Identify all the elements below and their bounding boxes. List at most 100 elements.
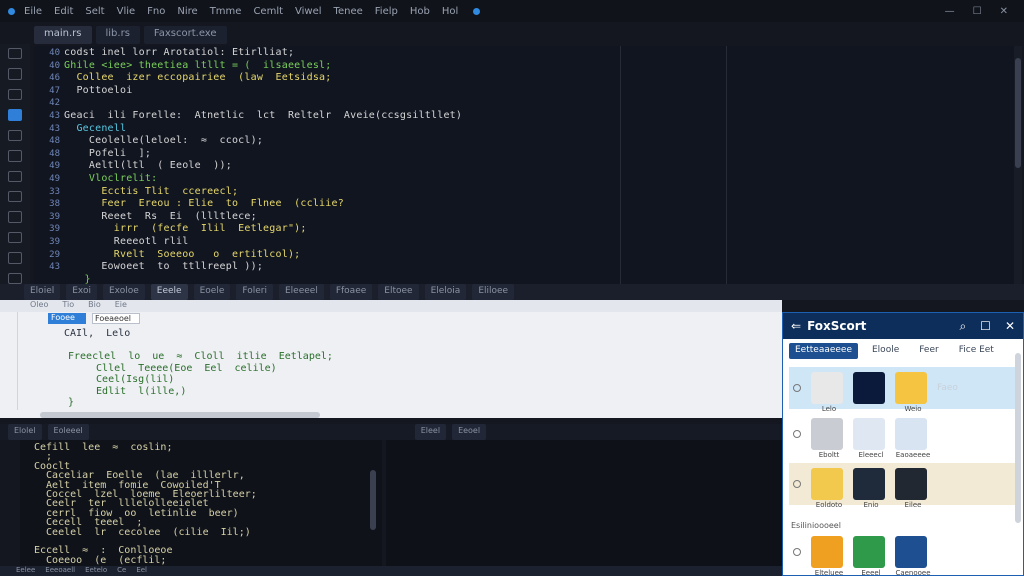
close-icon[interactable]: ✕: [1000, 6, 1008, 17]
code-line[interactable]: Ecctis Tlit ccereecl;: [64, 186, 238, 197]
menu-item[interactable]: Tenee: [331, 6, 366, 17]
menu-item[interactable]: Fielp: [372, 6, 401, 17]
play-icon[interactable]: Lelo: [811, 372, 843, 413]
code-line[interactable]: Pottoeloi: [64, 85, 132, 96]
presentation-icon[interactable]: Caenooee: [895, 536, 931, 576]
editor-scrollbar[interactable]: [1014, 46, 1022, 284]
run-icon[interactable]: [8, 150, 22, 162]
panel-tab[interactable]: Exoloe: [102, 284, 145, 300]
menu-item[interactable]: Edit: [51, 6, 76, 17]
app-scrollbar[interactable]: [1015, 353, 1021, 523]
output-toolbar-item[interactable]: Eie: [115, 300, 127, 312]
explorer-icon[interactable]: [8, 48, 22, 60]
debug-icon[interactable]: [8, 109, 22, 121]
panel-tab[interactable]: Eoele: [193, 284, 231, 300]
code-line[interactable]: Ghile <iee> theetiea ltllt = ( ilsaeeles…: [64, 60, 331, 71]
printer-icon[interactable]: Eboltt: [811, 418, 843, 459]
panel-tab[interactable]: Eloiel: [24, 284, 61, 300]
editor-tab[interactable]: lib.rs: [95, 26, 140, 44]
document-icon[interactable]: Eleeecl: [853, 418, 885, 459]
menu-item[interactable]: Selt: [82, 6, 107, 17]
maximize-icon[interactable]: ☐: [973, 6, 982, 17]
accounts-icon[interactable]: [8, 252, 22, 264]
output-toolbar-item[interactable]: Oleo: [30, 300, 48, 312]
history-icon[interactable]: [8, 231, 22, 244]
app-tab[interactable]: Fice Eet: [953, 343, 1000, 359]
terminal-tab[interactable]: Eeoel: [452, 424, 487, 440]
menu-item[interactable]: Nire: [174, 6, 200, 17]
close-icon[interactable]: ✕: [1005, 319, 1015, 334]
output-filter-input[interactable]: Foeaeoel: [92, 313, 140, 324]
app-tab[interactable]: Feer: [913, 343, 944, 359]
menu-item[interactable]: Vlie: [114, 6, 139, 17]
menu-item[interactable]: Eile: [21, 6, 45, 17]
package-icon[interactable]: [8, 211, 22, 223]
row-radio[interactable]: [793, 548, 801, 556]
terminal-right[interactable]: [386, 440, 782, 566]
panel-tab[interactable]: Eleloia: [424, 284, 467, 300]
code-line[interactable]: Pofeli ];: [64, 148, 151, 159]
menu-item[interactable]: Viwel: [292, 6, 325, 17]
grid-icon[interactable]: Enio: [853, 468, 885, 509]
code-line[interactable]: Eowoeet to ttllreepl ));: [64, 261, 263, 272]
panel-tab[interactable]: Eliloee: [472, 284, 515, 300]
app-row[interactable]: Elteluee Eeeel Caenooee: [789, 531, 1015, 576]
code-line[interactable]: irrr (fecfe Ilil Eetlegar");: [64, 223, 307, 234]
row-radio[interactable]: [793, 480, 801, 488]
output-hscrollbar[interactable]: [40, 412, 320, 418]
code-line[interactable]: codst inel lorr Arotatiol: Etirlliat;: [64, 47, 294, 58]
maximize-icon[interactable]: ☐: [980, 319, 991, 334]
row-radio[interactable]: [793, 430, 801, 438]
back-arrow-icon[interactable]: ⇐: [791, 319, 801, 333]
globe-icon[interactable]: [853, 372, 885, 404]
code-line[interactable]: Rvelt Soeeoo ο ertitlcol);: [64, 249, 300, 260]
code-line[interactable]: Vloclrelit:: [64, 173, 157, 184]
output-text[interactable]: CAIl, Lelo Freeclel lo ue ≈ Cloll itlie E…: [8, 312, 782, 410]
app-tab[interactable]: Eetteaaeeee: [789, 343, 858, 359]
output-filter-button[interactable]: Fooee: [48, 313, 86, 324]
terminal-left[interactable]: Cefill lee ≈ coslin; ; Cooclt Caceliar Eo…: [20, 440, 382, 566]
settings-icon[interactable]: [8, 272, 22, 285]
code-line[interactable]: Collee izer eccopairiee (law Eetsidsa;: [64, 72, 331, 83]
panel-tab[interactable]: Ffoaee: [329, 284, 373, 300]
code-editor[interactable]: 40 40 46 47 42 43 43 48 48 49 49 33 38 39 39 39 29 43 cod…: [34, 46, 1014, 310]
calculator-icon[interactable]: Eaoaeeee: [895, 418, 930, 459]
code-line[interactable]: Gecenell: [64, 123, 126, 134]
terminal-tab[interactable]: Eleel: [414, 424, 447, 440]
terminal-tab[interactable]: Elolel: [8, 424, 42, 440]
menu-item[interactable]: Hob: [407, 6, 433, 17]
menu-item[interactable]: Hol: [439, 6, 461, 17]
menu-item[interactable]: Fno: [144, 6, 168, 17]
editor-tab[interactable]: main.rs: [34, 26, 92, 44]
minimize-icon[interactable]: —: [945, 6, 955, 17]
menu-item[interactable]: Cemlt: [250, 6, 286, 17]
editor-tab[interactable]: Faxscort.exe: [143, 26, 227, 44]
source-control-icon[interactable]: [8, 88, 22, 101]
code-line[interactable]: Aeltl(ltl ( Eeole ));: [64, 160, 232, 171]
terminal-scrollbar[interactable]: [370, 470, 376, 530]
menu-item[interactable]: Tmme: [207, 6, 245, 17]
extensions-icon[interactable]: [8, 129, 22, 142]
panel-tab[interactable]: Eleeeel: [278, 284, 324, 300]
panel-tab[interactable]: Foleri: [236, 284, 273, 300]
app-tab[interactable]: Eloole: [866, 343, 905, 359]
account-icon[interactable]: [473, 7, 481, 15]
app-row[interactable]: Eboltt Eleeecl Eaoaeeee: [789, 413, 1015, 459]
code-line[interactable]: Reeeotl rlil: [64, 236, 188, 247]
app-row[interactable]: Eoldoto Enio Eilee: [789, 463, 1015, 509]
notes-icon[interactable]: Eoldoto: [811, 468, 843, 509]
code-line[interactable]: Feer Ereou : Elie to Flnee (ccliie?: [64, 198, 344, 209]
spreadsheet-icon[interactable]: Eeeel: [853, 536, 885, 576]
code-line[interactable]: Ceolelle(leloel: ≈ ccocl);: [64, 135, 263, 146]
code-line[interactable]: Reeet Rs Ei (llltlece;: [64, 211, 257, 222]
layers-icon[interactable]: [8, 190, 22, 203]
row-radio[interactable]: [793, 384, 801, 392]
terminal-icon[interactable]: [8, 170, 22, 182]
search-icon[interactable]: [8, 68, 22, 80]
panel-tab[interactable]: Exoi: [66, 284, 97, 300]
code-line[interactable]: Geaci ili Forelle: Atnetlic lct Reltelr …: [64, 110, 462, 121]
search-icon[interactable]: ⌕: [959, 319, 966, 334]
panel-tab[interactable]: Eeele: [150, 284, 188, 300]
camera-icon[interactable]: Elteluee: [811, 536, 843, 576]
folder-icon[interactable]: Weio: [895, 372, 927, 413]
